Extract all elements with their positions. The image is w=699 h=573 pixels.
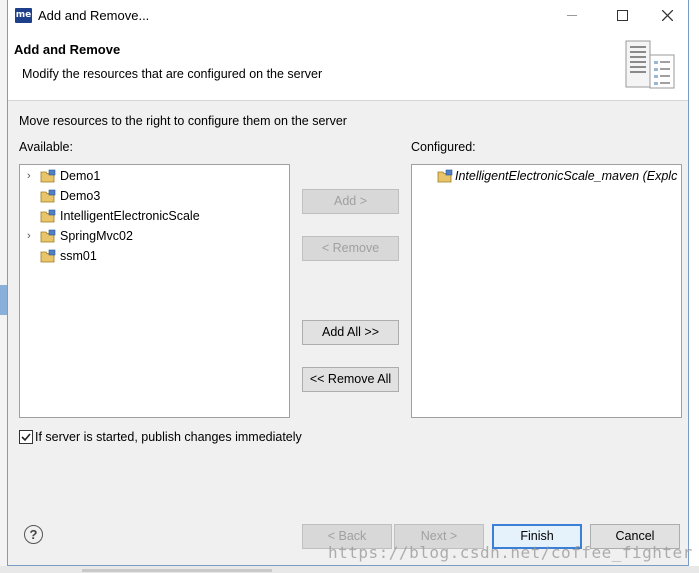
background-scrollbar-fragment (82, 569, 272, 572)
list-item-label: Demo1 (60, 169, 101, 183)
maximize-icon (617, 10, 628, 21)
close-icon (662, 10, 673, 21)
instructions-text: Move resources to the right to configure… (19, 114, 347, 128)
minimize-icon (567, 15, 577, 16)
help-icon[interactable]: ? (24, 525, 43, 544)
background-app-bottom-edge (0, 566, 699, 573)
server-icon (625, 40, 675, 89)
app-icon: me (15, 8, 32, 23)
header-banner: Add and Remove Modify the resources that… (8, 31, 688, 101)
close-button[interactable] (645, 0, 691, 31)
add-remove-dialog: me Add and Remove... Add and Remove Modi… (7, 0, 689, 566)
configured-list[interactable]: IntelligentElectronicScale_maven (Explc (411, 164, 682, 418)
publish-checkbox[interactable] (19, 430, 33, 444)
project-folder-icon (40, 249, 56, 263)
add-button[interactable]: Add > (302, 189, 399, 214)
banner-title: Add and Remove (14, 42, 121, 57)
remove-all-button[interactable]: << Remove All (302, 367, 399, 392)
project-folder-icon (40, 189, 56, 203)
window-title: Add and Remove... (38, 8, 150, 23)
list-item-label: IntelligentElectronicScale_maven (Explc (455, 169, 678, 183)
background-selection-fragment (0, 285, 7, 315)
title-bar: me Add and Remove... (8, 0, 688, 31)
available-list[interactable]: › Demo1 Demo3 IntelligentElectronicScale… (19, 164, 290, 418)
remove-button[interactable]: < Remove (302, 236, 399, 261)
list-item-label: ssm01 (60, 249, 97, 263)
list-item-label: SpringMvc02 (60, 229, 133, 243)
minimize-button[interactable] (549, 0, 595, 31)
watermark-text: https://blog.csdn.net/coffee_fighter (328, 543, 693, 562)
maximize-button[interactable] (599, 0, 645, 31)
project-folder-icon (40, 169, 56, 183)
expand-chevron-icon[interactable]: › (27, 227, 37, 245)
add-all-button[interactable]: Add All >> (302, 320, 399, 345)
background-app-right-edge (689, 0, 699, 573)
project-folder-icon (437, 169, 453, 183)
publish-checkbox-label[interactable]: If server is started, publish changes im… (35, 430, 302, 444)
checkmark-icon (21, 433, 31, 442)
project-folder-icon (40, 209, 56, 223)
expand-chevron-icon[interactable]: › (27, 167, 37, 185)
background-app-left-edge (0, 0, 7, 573)
list-item-label: IntelligentElectronicScale (60, 209, 200, 223)
list-item-label: Demo3 (60, 189, 101, 203)
available-label: Available: (19, 140, 73, 154)
banner-description: Modify the resources that are configured… (22, 67, 323, 81)
configured-label: Configured: (411, 140, 476, 154)
project-folder-icon (40, 229, 56, 243)
